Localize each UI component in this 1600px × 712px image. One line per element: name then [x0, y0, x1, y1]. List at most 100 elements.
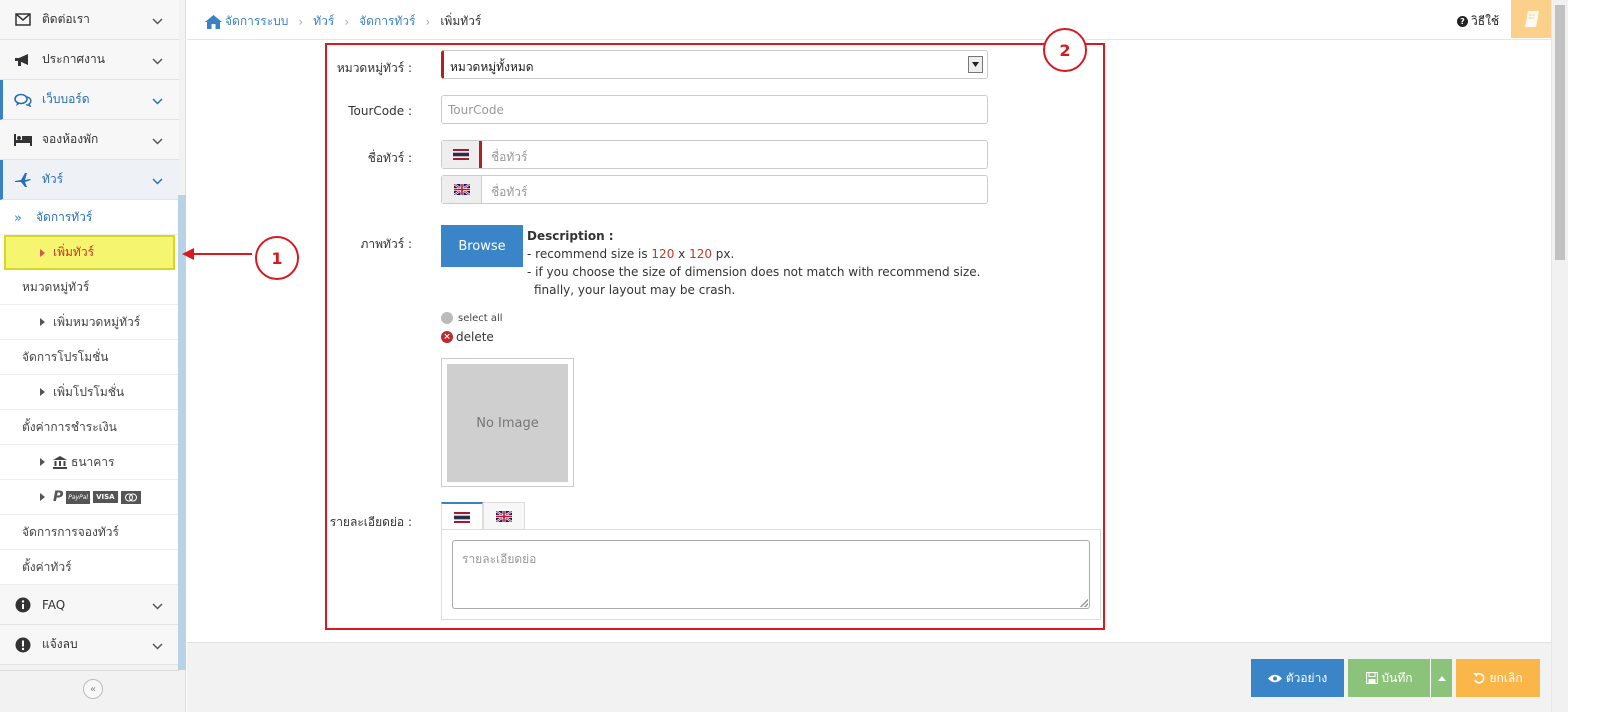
sidebar-item-tour-category[interactable]: หมวดหมู่ทัวร์: [0, 270, 179, 305]
sidebar-item-add-tour[interactable]: เพิ่มทัวร์: [4, 235, 175, 270]
plane-icon: [12, 172, 34, 188]
sidebar-item-room-booking[interactable]: จองห้องพัก: [0, 120, 179, 160]
megaphone-icon: [12, 52, 34, 68]
tour-name-th-input[interactable]: ชื่อทัวร์: [441, 140, 988, 169]
tourcode-input[interactable]: TourCode: [441, 95, 988, 124]
sidebar-item-tour[interactable]: ทัวร์: [0, 160, 179, 200]
breadcrumb-separator: ›: [298, 14, 304, 29]
caret-right-icon: [40, 318, 45, 326]
sidebar-item-payment-settings[interactable]: ตั้งค่าการชำระเงิน: [0, 410, 179, 445]
caret-right-icon: [40, 388, 45, 396]
select-all-label: select all: [458, 312, 503, 324]
undo-icon: [1473, 672, 1485, 684]
language-tabs: [441, 502, 525, 530]
resize-handle[interactable]: [1080, 599, 1088, 607]
callout-1: 1: [255, 236, 299, 280]
sidebar-item-manage-tour[interactable]: » จัดการทัวร์: [0, 200, 179, 235]
comments-icon: [12, 92, 34, 108]
sidebar: ติดต่อเรา ประกาศงาน เว็บบอร์ด จองห้องพัก…: [0, 0, 186, 712]
thai-flag-icon: [454, 511, 470, 523]
chevron-down-icon: [152, 174, 163, 188]
tour-name-en-placeholder: ชื่อทัวร์: [491, 185, 528, 199]
save-options-dropdown[interactable]: [1430, 659, 1452, 697]
breadcrumb-tour-link[interactable]: ทัวร์: [313, 12, 334, 31]
info-icon: [12, 597, 34, 613]
image-description: Description : - recommend size is 120 x …: [527, 227, 980, 299]
thai-flag-icon: [442, 141, 482, 168]
chevron-down-icon: [152, 639, 163, 653]
browse-button[interactable]: Browse: [441, 225, 523, 267]
category-select[interactable]: หมวดหมู่ทั้งหมด: [441, 50, 988, 79]
tour-name-en-input[interactable]: ชื่อทัวร์: [441, 175, 988, 204]
sidebar-item-bank[interactable]: ธนาคาร: [0, 445, 179, 480]
short-description-label: รายละเอียดย่อ :: [329, 515, 412, 529]
double-chevron-left-icon: «: [89, 683, 97, 695]
sidebar-item-report[interactable]: แจ้งลบ: [0, 625, 179, 665]
short-description-textarea[interactable]: รายละเอียดย่อ: [452, 540, 1090, 609]
breadcrumb-separator: ›: [425, 14, 431, 29]
caret-right-icon: [40, 493, 45, 501]
floppy-disk-icon: [1365, 672, 1378, 684]
breadcrumb-separator: ›: [344, 14, 350, 29]
breadcrumb-home-link[interactable]: จัดการระบบ: [225, 12, 288, 31]
cancel-label: ยกเลิก: [1489, 670, 1523, 685]
save-button[interactable]: บันทึก: [1348, 659, 1430, 697]
description-text: - if you choose the size of dimension do…: [527, 265, 981, 279]
preview-button[interactable]: ตัวอย่าง: [1251, 659, 1344, 697]
short-description-placeholder: รายละเอียดย่อ: [462, 552, 537, 566]
sidebar-collapse-button[interactable]: «: [83, 679, 103, 699]
breadcrumb-manage-link[interactable]: จัดการทัวร์: [359, 12, 415, 31]
cancel-button[interactable]: ยกเลิก: [1456, 659, 1540, 697]
sidebar-item-jobs[interactable]: ประกาศงาน: [0, 40, 179, 80]
sidebar-item-add-category[interactable]: เพิ่มหมวดหมู่ทัวร์: [0, 305, 179, 340]
help-link[interactable]: ? วิธีใช้: [1457, 12, 1499, 31]
sidebar-footer: «: [0, 670, 179, 712]
sidebar-item-label: จัดการทัวร์: [36, 209, 93, 224]
question-circle-icon: ?: [1457, 16, 1468, 27]
description-title: Description :: [527, 229, 614, 243]
description-text: x: [674, 247, 690, 261]
preview-label: ตัวอย่าง: [1285, 670, 1328, 685]
manual-book-button[interactable]: [1511, 0, 1553, 38]
help-label: วิธีใช้: [1471, 14, 1500, 28]
sidebar-item-add-promotion[interactable]: เพิ่มโปรโมชั่น: [0, 375, 179, 410]
category-label: หมวดหมู่ทัวร์ :: [336, 61, 412, 75]
tab-thai[interactable]: [441, 502, 483, 530]
sidebar-item-manage-promotion[interactable]: จัดการโปรโมชั่น: [0, 340, 179, 375]
recommended-height: 120: [689, 247, 712, 261]
uk-flag-icon: [442, 176, 482, 203]
chevron-down-icon: [152, 14, 163, 28]
tab-english[interactable]: [483, 502, 525, 530]
sidebar-item-label: เพิ่มทัวร์: [53, 245, 95, 259]
no-image-placeholder: No Image: [447, 364, 568, 482]
caret-up-icon: [1437, 675, 1446, 681]
tour-image-label: ภาพทัวร์ :: [360, 237, 412, 251]
scrollbar-thumb[interactable]: [1555, 5, 1565, 260]
delete-image-button[interactable]: × delete: [441, 330, 494, 344]
uk-flag-icon: [496, 511, 512, 522]
short-description-panel: รายละเอียดย่อ: [441, 529, 1101, 620]
sidebar-item-label: เพิ่มหมวดหมู่ทัวร์: [53, 314, 141, 329]
page-scrollbar[interactable]: [1551, 0, 1568, 712]
sidebar-item-webboard[interactable]: เว็บบอร์ด: [0, 80, 179, 120]
sidebar-item-contact[interactable]: ติดต่อเรา: [0, 0, 179, 40]
sidebar-item-label: จองห้องพัก: [42, 132, 99, 146]
sidebar-item-label: เว็บบอร์ด: [42, 92, 90, 106]
close-circle-icon: ×: [441, 331, 453, 343]
select-all-radio[interactable]: select all: [441, 312, 503, 324]
paypal-logo: PayPal: [66, 490, 91, 504]
sidebar-item-manage-booking[interactable]: จัดการการจองทัวร์: [0, 515, 179, 550]
sidebar-item-payment-gateways[interactable]: P PayPal VISA: [0, 480, 179, 515]
sidebar-item-label: ติดต่อเรา: [42, 12, 90, 26]
sidebar-item-label: หมวดหมู่ทัวร์: [22, 279, 90, 294]
callout-2: 2: [1043, 28, 1087, 72]
eye-icon: [1267, 674, 1282, 683]
sidebar-item-tour-settings[interactable]: ตั้งค่าทัวร์: [0, 550, 179, 585]
action-footer: ตัวอย่าง บันทึก ยกเลิก: [187, 642, 1551, 712]
radio-icon: [441, 312, 453, 324]
sidebar-item-faq[interactable]: FAQ: [0, 585, 179, 625]
tourcode-label: TourCode :: [348, 104, 412, 118]
sidebar-scrollbar[interactable]: [178, 195, 186, 670]
home-icon: [205, 14, 222, 29]
caret-right-icon: [40, 458, 45, 466]
